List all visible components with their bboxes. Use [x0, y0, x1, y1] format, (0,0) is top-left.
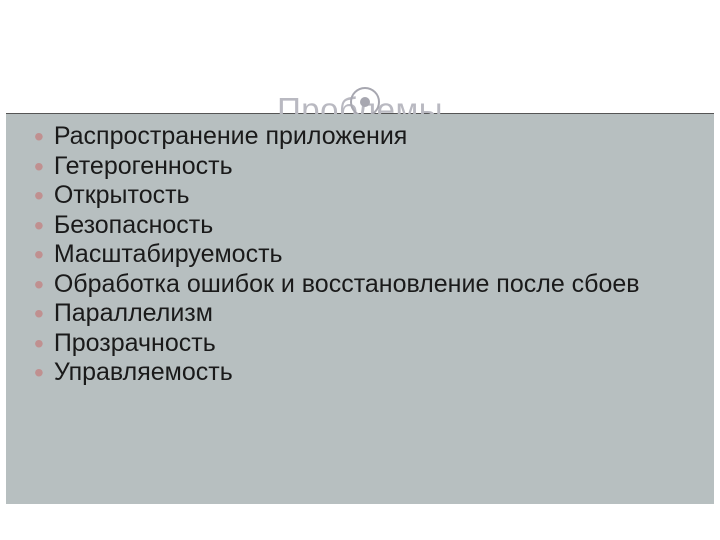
- bullet-text: Управляемость: [54, 358, 694, 388]
- bullet-icon: •: [34, 122, 44, 151]
- list-item: • Управляемость: [34, 358, 694, 388]
- list-item: • Масштабируемость: [34, 240, 694, 270]
- bullet-icon: •: [34, 270, 44, 299]
- list-item: • Параллелизм: [34, 299, 694, 329]
- list-item: • Прозрачность: [34, 329, 694, 359]
- bullet-text: Гетерогенность: [54, 152, 694, 182]
- list-item: • Безопасность: [34, 211, 694, 241]
- content-area: • Распространение приложения • Гетероген…: [6, 114, 714, 504]
- bullet-text: Прозрачность: [54, 329, 694, 359]
- bullet-icon: •: [34, 211, 44, 240]
- bullet-icon: •: [34, 329, 44, 358]
- list-item: • Открытость: [34, 181, 694, 211]
- bullet-icon: •: [34, 152, 44, 181]
- circle-inner-icon: [360, 97, 370, 107]
- bottom-band: [0, 504, 720, 540]
- list-item: • Распространение приложения: [34, 122, 694, 152]
- bullet-text: Параллелизм: [54, 299, 694, 329]
- slide: Проблемы • Распространение приложения • …: [0, 0, 720, 540]
- list-item: • Обработка ошибок и восстановление посл…: [34, 270, 694, 300]
- bullet-icon: •: [34, 181, 44, 210]
- bullet-icon: •: [34, 240, 44, 269]
- bullet-text: Открытость: [54, 181, 694, 211]
- bullet-list: • Распространение приложения • Гетероген…: [34, 122, 694, 388]
- list-item: • Гетерогенность: [34, 152, 694, 182]
- circle-ornament-icon: [350, 87, 380, 117]
- bullet-icon: •: [34, 299, 44, 328]
- bullet-text: Безопасность: [54, 211, 694, 241]
- bullet-text: Распространение приложения: [54, 122, 694, 152]
- bullet-icon: •: [34, 358, 44, 387]
- bullet-text: Масштабируемость: [54, 240, 694, 270]
- bullet-text: Обработка ошибок и восстановление после …: [54, 270, 694, 300]
